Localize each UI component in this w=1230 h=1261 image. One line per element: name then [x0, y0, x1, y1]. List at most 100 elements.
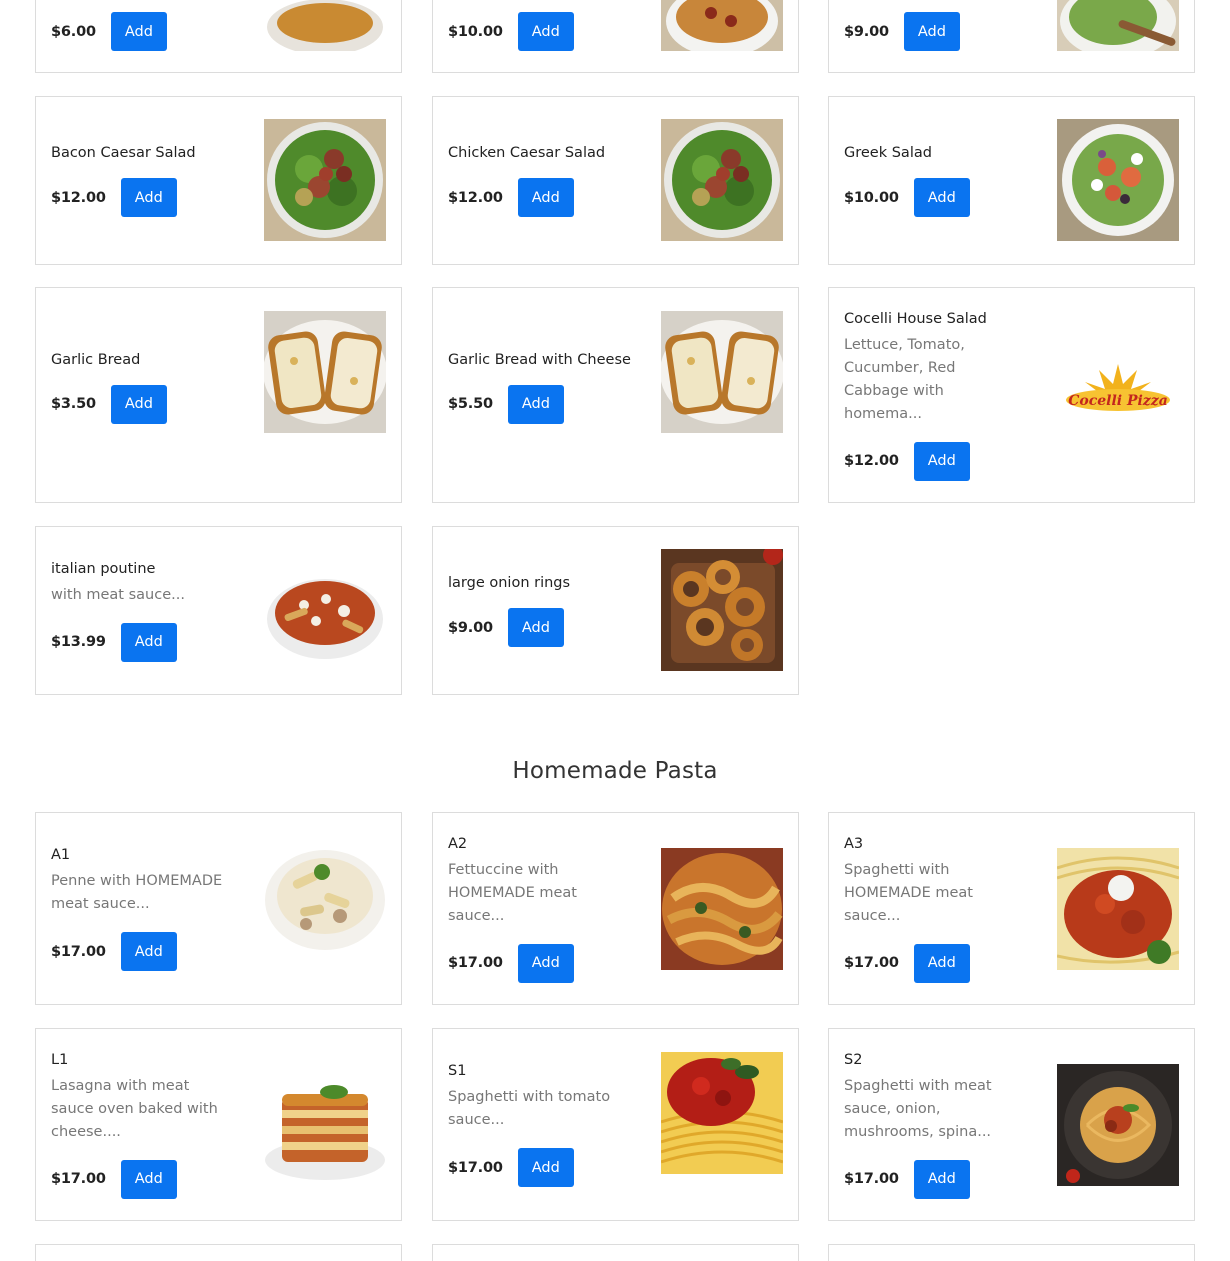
add-button[interactable]: Add: [517, 178, 574, 217]
caesar-salad-image: [661, 119, 783, 241]
item-description: Penne with HOMEMADE meat sauce...: [51, 873, 223, 912]
onion-rings-image: [661, 549, 783, 671]
section-title: Homemade Pasta: [512, 758, 718, 784]
menu-item-card: Greek Salad $10.00 Add: [828, 96, 1195, 265]
item-name: italian poutine: [51, 560, 156, 577]
price-row: $9.00 Add: [844, 12, 1034, 51]
add-button[interactable]: Add: [913, 943, 970, 983]
item-price: $10.00: [448, 23, 503, 40]
item-description: Lasagna with meat sauce oven baked with …: [51, 1077, 218, 1140]
item-info: italian poutine with meat sauce... $13.9…: [51, 527, 241, 694]
item-name: Bacon Caesar Salad: [51, 145, 196, 161]
greek-salad-image: [1057, 119, 1179, 241]
item-description: with meat sauce...: [51, 586, 185, 603]
item-info: S2 Spaghetti with meat sauce, onion, mus…: [844, 1029, 1019, 1220]
item-description: Fettuccine with HOMEMADE meat sauce...: [448, 861, 577, 924]
item-price: $12.00: [448, 189, 503, 206]
lasagna-image: [264, 1064, 386, 1186]
item-name: Garlic Bread with Cheese: [448, 351, 631, 368]
item-info: $10.00 Add: [448, 0, 638, 72]
spaghetti-tomato-image: [661, 1052, 783, 1174]
item-image: [661, 0, 783, 51]
garlic-bread-image: [264, 311, 386, 433]
add-button[interactable]: Add: [903, 12, 960, 51]
item-name: A1: [51, 847, 71, 863]
add-button[interactable]: Add: [517, 1148, 574, 1187]
logo-text: Cocelli Pizza: [1068, 393, 1168, 409]
item-price: $17.00: [51, 943, 106, 960]
add-button[interactable]: Add: [517, 943, 574, 983]
price-row: $10.00 Add: [448, 12, 638, 51]
price-row: $3.50 Add: [51, 384, 241, 424]
add-button[interactable]: Add: [913, 1159, 970, 1199]
item-description: Spaghetti with meat sauce, onion, mushro…: [844, 1077, 992, 1140]
price-row: $10.00 Add: [844, 178, 1034, 217]
item-name: A2: [448, 835, 468, 852]
item-image: [264, 0, 386, 51]
spaghetti-meat-sauce-image: [1057, 848, 1179, 970]
item-info: A2 Fettuccine with HOMEMADE meat sauce..…: [448, 813, 623, 1004]
item-info: Greek Salad $10.00 Add: [844, 97, 1034, 264]
item-price: $9.00: [844, 23, 889, 40]
add-button[interactable]: Add: [507, 608, 564, 647]
item-price: $9.00: [448, 619, 493, 636]
add-button[interactable]: Add: [120, 932, 177, 971]
menu-item-card: A2 Fettuccine with HOMEMADE meat sauce..…: [432, 812, 799, 1005]
menu-item-card: $6.00 Add: [35, 0, 402, 73]
menu-item-card: [35, 1244, 402, 1261]
menu-item-card: italian poutine with meat sauce... $13.9…: [35, 526, 402, 695]
price-row: $5.50 Add: [448, 384, 638, 424]
item-description: Spaghetti with tomato sauce...: [448, 1089, 611, 1128]
menu-item-card: $9.00 Add: [828, 0, 1195, 73]
item-description: Spaghetti with HOMEMADE meat sauce...: [844, 861, 973, 924]
menu-item-card: Cocelli House Salad Lettuce, Tomato, Cuc…: [828, 287, 1195, 503]
menu-item-card: [828, 1244, 1195, 1261]
menu-item-card: Garlic Bread $3.50 Add: [35, 287, 402, 503]
add-button[interactable]: Add: [120, 178, 177, 217]
price-row: $9.00 Add: [448, 608, 638, 647]
item-price: $12.00: [51, 189, 106, 206]
menu-item-card: large onion rings $9.00 Add: [432, 526, 799, 695]
menu-item-card: S1 Spaghetti with tomato sauce... $17.00…: [432, 1028, 799, 1221]
add-button[interactable]: Add: [110, 12, 167, 51]
price-row: $6.00 Add: [51, 12, 241, 51]
item-price: $3.50: [51, 396, 96, 412]
add-button[interactable]: Add: [913, 441, 970, 481]
item-price: $13.99: [51, 634, 106, 650]
item-name: S2: [844, 1051, 863, 1068]
price-row: $17.00 Add: [51, 1159, 236, 1199]
item-name: Garlic Bread: [51, 351, 141, 368]
item-info: Cocelli House Salad Lettuce, Tomato, Cuc…: [844, 288, 1009, 502]
penne-image: [264, 836, 386, 958]
price-row: $12.00 Add: [844, 441, 1009, 481]
add-button[interactable]: Add: [913, 178, 970, 217]
menu-item-card: Chicken Caesar Salad $12.00 Add: [432, 96, 799, 265]
item-name: large onion rings: [448, 575, 571, 591]
item-info: $9.00 Add: [844, 0, 1034, 72]
add-button[interactable]: Add: [517, 12, 574, 51]
add-button[interactable]: Add: [120, 1159, 177, 1199]
item-price: $17.00: [448, 1159, 503, 1176]
item-info: Chicken Caesar Salad $12.00 Add: [448, 97, 638, 264]
item-name: A3: [844, 835, 864, 852]
item-name: L1: [51, 1051, 69, 1068]
price-row: $12.00 Add: [448, 178, 638, 217]
add-button[interactable]: Add: [507, 384, 564, 424]
price-row: $17.00 Add: [51, 932, 236, 971]
add-button[interactable]: Add: [120, 622, 177, 662]
add-button[interactable]: Add: [110, 384, 167, 424]
price-row: $17.00 Add: [844, 943, 1019, 983]
menu-item-card: A3 Spaghetti with HOMEMADE meat sauce...…: [828, 812, 1195, 1005]
item-info: large onion rings $9.00 Add: [448, 527, 638, 694]
price-row: $17.00 Add: [448, 943, 623, 983]
item-image: [1057, 0, 1179, 51]
item-price: $5.50: [448, 396, 493, 412]
price-row: $17.00 Add: [844, 1159, 1019, 1199]
poutine-image: [264, 549, 386, 671]
item-price: $17.00: [448, 955, 503, 971]
item-name: Chicken Caesar Salad: [448, 145, 606, 161]
menu-item-card: A1 Penne with HOMEMADE meat sauce... $17…: [35, 812, 402, 1005]
menu-item-card: L1 Lasagna with meat sauce oven baked wi…: [35, 1028, 402, 1221]
item-price: $17.00: [844, 1171, 899, 1187]
price-row: $13.99 Add: [51, 622, 241, 662]
